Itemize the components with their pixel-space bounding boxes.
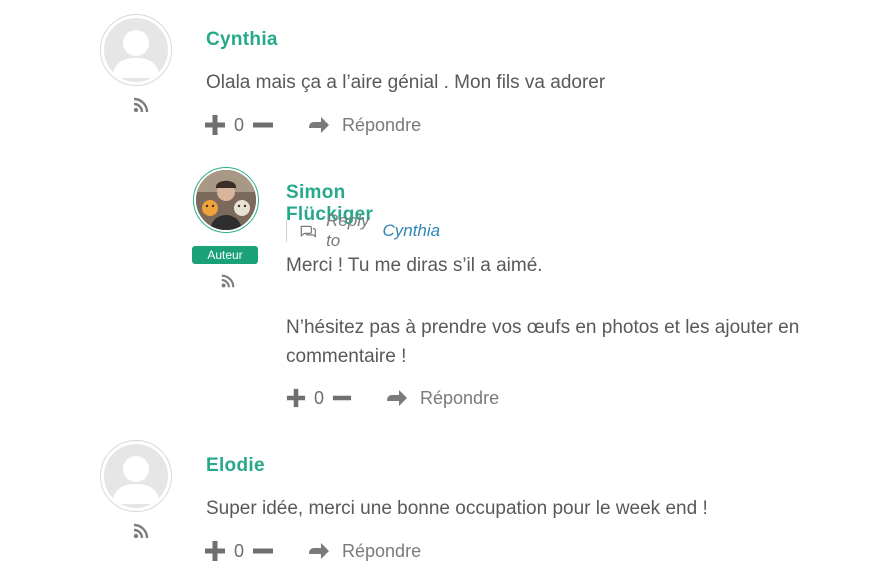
- reply-arrow-icon: [387, 390, 408, 406]
- comment-actions: 0 Répondre: [204, 538, 421, 564]
- comment-text: Olala mais ça a l’aire génial . Mon fils…: [206, 72, 606, 93]
- reply-arrow-icon: [309, 543, 330, 559]
- vote-count: 0: [314, 387, 325, 408]
- rss-icon[interactable]: [132, 522, 150, 540]
- comment-bubble-icon: [300, 225, 316, 238]
- avatar: [100, 440, 172, 512]
- reply-button[interactable]: Répondre: [308, 541, 421, 562]
- default-avatar-icon: [112, 30, 160, 78]
- default-avatar-icon: [112, 456, 160, 504]
- rss-icon[interactable]: [220, 273, 236, 289]
- reply-to: Reply to Cynthia: [286, 211, 440, 250]
- comment-actions: 0 Répondre: [286, 385, 499, 411]
- comment-actions: 0 Répondre: [204, 112, 421, 138]
- minus-icon[interactable]: [252, 114, 274, 136]
- rss-icon[interactable]: [132, 96, 150, 114]
- comment-text-line2: N’hésitez pas à prendre vos œufs en phot…: [286, 317, 800, 338]
- reply-label: Répondre: [342, 114, 422, 135]
- minus-icon[interactable]: [332, 388, 352, 408]
- comment-text-line1: Merci ! Tu me diras s’il a aimé.: [286, 255, 543, 276]
- reply-label: Répondre: [342, 540, 422, 561]
- comment-text: Super idée, merci une bonne occupation p…: [206, 498, 708, 519]
- plus-icon[interactable]: [204, 114, 226, 136]
- comment-author[interactable]: Cynthia: [206, 29, 278, 51]
- avatar: [193, 167, 259, 233]
- author-photo: [196, 170, 256, 230]
- reply-to-link[interactable]: Cynthia: [382, 221, 440, 241]
- reply-button[interactable]: Répondre: [386, 388, 499, 409]
- minus-icon[interactable]: [252, 540, 274, 562]
- reply-arrow-icon: [309, 117, 330, 133]
- author-badge: Auteur: [192, 246, 258, 264]
- avatar: [100, 14, 172, 86]
- reply-to-label: Reply to: [326, 211, 370, 250]
- vote-count: 0: [234, 114, 245, 135]
- vote-count: 0: [234, 540, 245, 561]
- reply-label: Répondre: [420, 387, 500, 408]
- reply-button[interactable]: Répondre: [308, 115, 421, 136]
- plus-icon[interactable]: [204, 540, 226, 562]
- comment-text-line3: commentaire !: [286, 346, 407, 367]
- comment-author[interactable]: Elodie: [206, 455, 265, 477]
- plus-icon[interactable]: [286, 388, 306, 408]
